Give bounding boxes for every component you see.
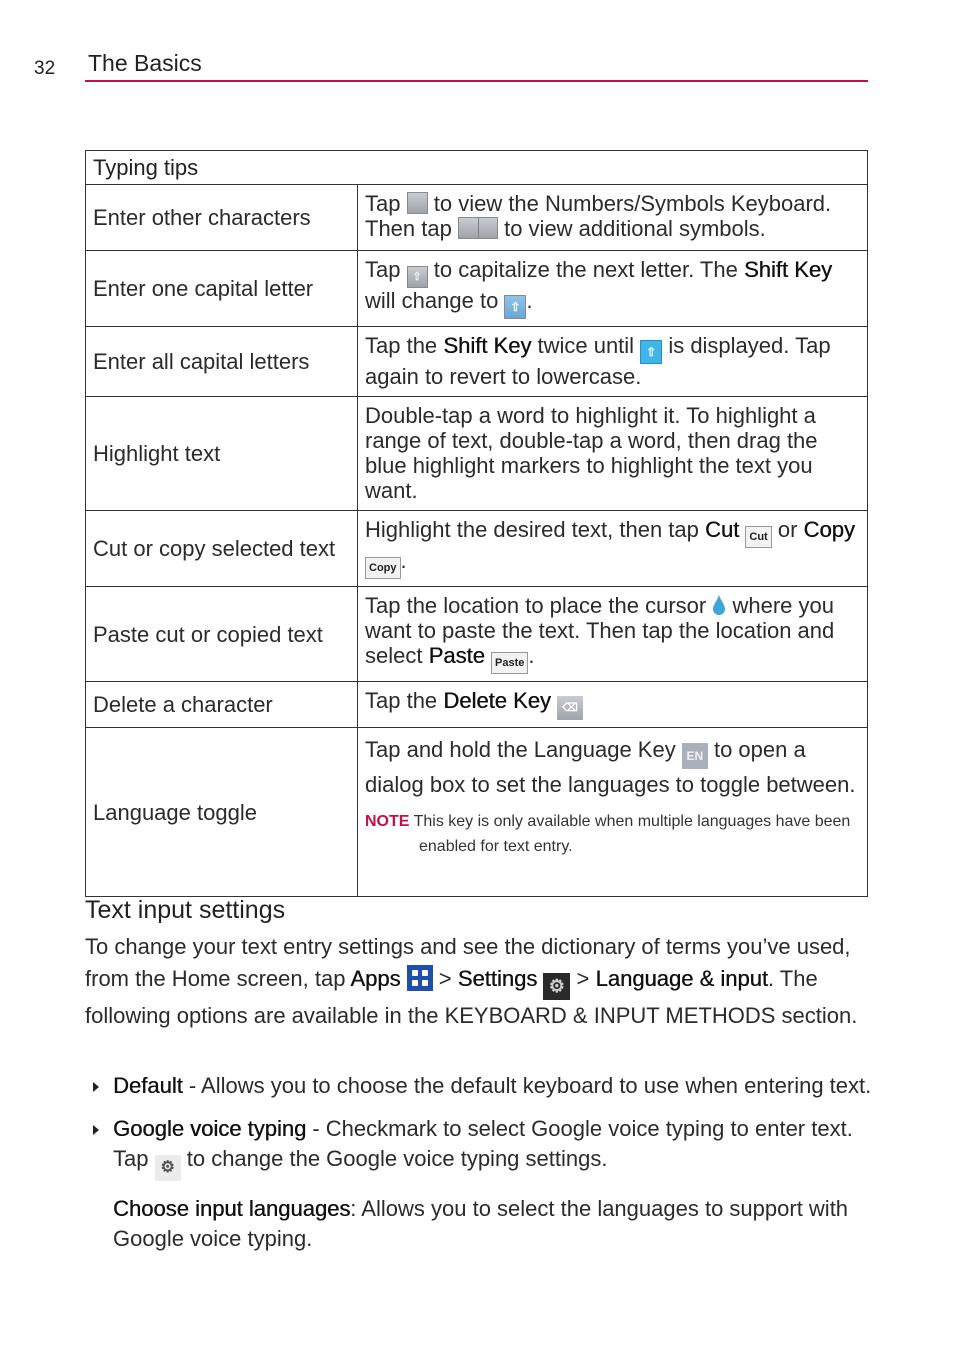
note: NOTE This key is only available when mul… bbox=[365, 809, 860, 859]
table-row: Enter one capital letter Tap ⇧ to capita… bbox=[85, 250, 868, 327]
row-label: Delete a character bbox=[85, 681, 358, 728]
note-text: This key is only available when multiple… bbox=[413, 813, 851, 855]
table-row: Enter other characters Tap to view the N… bbox=[85, 184, 868, 251]
section-title: The Basics bbox=[88, 50, 202, 76]
row-description: Tap and hold the Language Key EN to open… bbox=[357, 727, 868, 897]
table-row: Delete a character Tap the Delete Key ⌫ bbox=[85, 681, 868, 728]
row-label: Highlight text bbox=[85, 396, 358, 511]
shift-key-active-icon: ⇧ bbox=[504, 295, 527, 319]
row-label: Enter other characters bbox=[85, 184, 358, 251]
row-description: Tap ⇧ to capitalize the next letter. The… bbox=[357, 250, 868, 327]
arrow-keys-icon bbox=[457, 217, 498, 239]
list-item: Default - Allows you to choose the defau… bbox=[85, 1071, 875, 1101]
row-label: Paste cut or copied text bbox=[85, 586, 358, 682]
table-row: Cut or copy selected text Highlight the … bbox=[85, 510, 868, 587]
sub-item: Choose input languages: Allows you to se… bbox=[113, 1196, 849, 1251]
row-description: Tap the location to place the cursor whe… bbox=[357, 586, 868, 682]
cut-button-icon: Cut bbox=[745, 526, 772, 548]
text-input-settings-heading: Text input settings bbox=[85, 896, 286, 924]
language-key-icon: EN bbox=[681, 743, 708, 769]
shift-key-icon: ⇧ bbox=[406, 266, 428, 288]
intro-paragraph: To change your text entry settings and s… bbox=[85, 934, 858, 1028]
note-label: NOTE bbox=[365, 813, 410, 830]
apps-icon bbox=[406, 964, 433, 991]
row-label: Cut or copy selected text bbox=[85, 510, 358, 587]
row-description: Highlight the desired text, then tap Cut… bbox=[357, 510, 868, 587]
gear-icon: ⚙ bbox=[154, 1155, 181, 1181]
settings-gear-icon: ⚙ bbox=[543, 972, 571, 1000]
list-item: Google voice typing - Checkmark to selec… bbox=[85, 1114, 875, 1181]
copy-button-icon: Copy bbox=[365, 557, 401, 579]
row-description: Tap the Delete Key ⌫ bbox=[357, 681, 868, 728]
header-rule bbox=[85, 80, 868, 82]
table-title: Typing tips bbox=[85, 150, 868, 185]
cursor-marker-icon bbox=[713, 595, 726, 615]
numbers-symbols-key-icon bbox=[406, 192, 428, 214]
paste-button-icon: Paste bbox=[491, 652, 529, 674]
table-row: Language toggle Tap and hold the Languag… bbox=[85, 727, 868, 897]
table-row: Highlight text Double-tap a word to high… bbox=[85, 396, 868, 511]
delete-key-icon: ⌫ bbox=[557, 696, 584, 720]
bullet-triangle-icon bbox=[93, 1082, 99, 1092]
page-number: 32 bbox=[34, 58, 56, 79]
row-label: Enter one capital letter bbox=[85, 250, 358, 327]
table-header-row: Typing tips bbox=[85, 150, 868, 185]
table-row: Enter all capital letters Tap the Shift … bbox=[85, 326, 868, 397]
row-description: Tap to view the Numbers/Symbols Keyboard… bbox=[357, 184, 868, 251]
row-description: Tap the Shift Key twice until ⇧ is displ… bbox=[357, 326, 868, 397]
row-label: Language toggle bbox=[85, 727, 358, 897]
table-row: Paste cut or copied text Tap the locatio… bbox=[85, 586, 868, 682]
bullet-triangle-icon bbox=[93, 1125, 99, 1135]
options-list: Default - Allows you to choose the defau… bbox=[85, 1071, 875, 1254]
row-description: Double-tap a word to highlight it. To hi… bbox=[357, 396, 868, 511]
caps-lock-icon: ⇧ bbox=[640, 340, 663, 364]
typing-tips-table: Typing tips Enter other characters Tap t… bbox=[85, 150, 868, 897]
row-label: Enter all capital letters bbox=[85, 326, 358, 397]
